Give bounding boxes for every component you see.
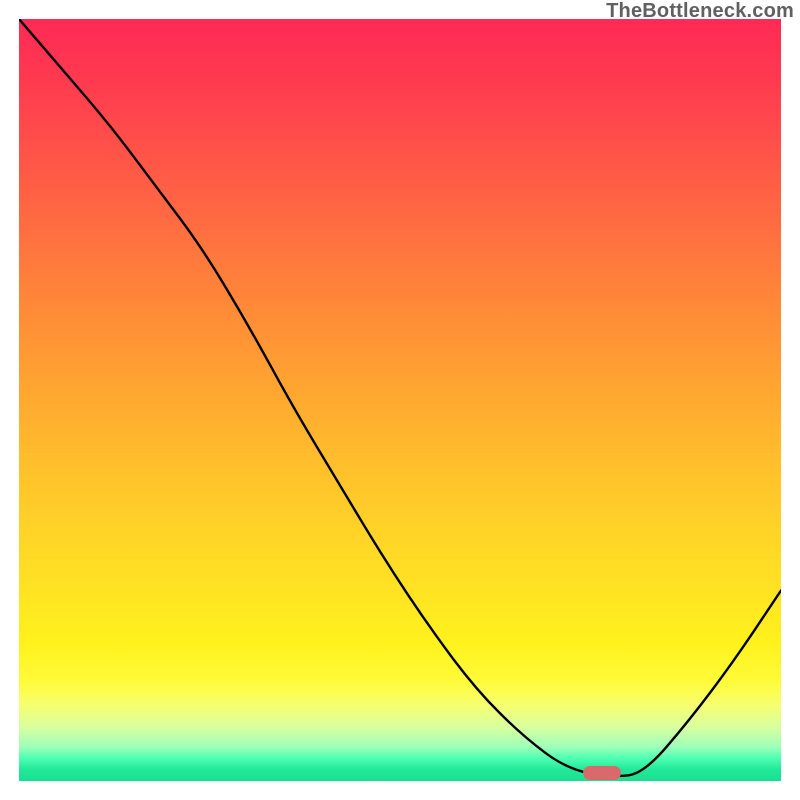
- chart-frame: TheBottleneck.com: [0, 0, 800, 800]
- plot-area: [19, 19, 781, 781]
- curve-path: [19, 19, 781, 776]
- optimal-marker: [583, 766, 621, 780]
- bottleneck-curve: [19, 19, 781, 781]
